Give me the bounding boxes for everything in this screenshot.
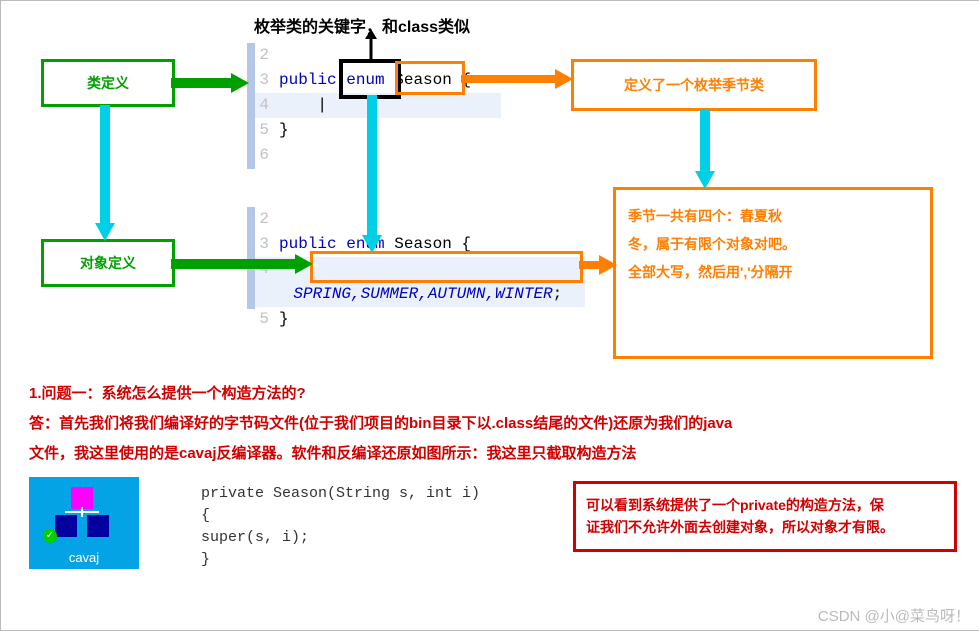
arrow-season-to-definesbox [461,67,573,91]
arrow-enum-down [358,95,386,253]
qa-question-1: 1.问题一：系统怎么提供一个构造方法的? [29,379,929,409]
arrow-title-to-enum [361,29,381,63]
arrow-values-to-desc [579,253,617,277]
label-defines-enum-class: 定义了一个枚举季节类 [571,59,817,111]
highlight-season-type [395,61,465,95]
label-class-definition: 类定义 [41,59,175,107]
qa-answer-1-line-1: 答：首先我们将我们编译好的字节码文件(位于我们项目的bin目录下以.class结… [29,409,929,439]
arrow-classdef-down [91,105,119,241]
highlight-enum-values [310,251,583,283]
cavaj-app-icon: ✓ cavaj [29,477,139,569]
note-private-constructor: 可以看到系统提供了一个private的构造方法，保 证我们不允许外面去创建对象，… [573,481,957,552]
label-object-definition: 对象定义 [41,239,175,287]
highlight-enum-keyword [339,59,401,99]
arrow-definesbox-down [691,109,719,189]
text-cursor: | [279,96,327,114]
check-badge-icon: ✓ [43,529,57,543]
label-description-box: 季节一共有四个：春夏秋 冬，属于有限个对象对吧。 全部大写，然后用','分隔开 [613,187,933,359]
cavaj-icon-label: cavaj [29,550,139,565]
arrow-objdef-to-values [171,252,313,276]
qa-answer-1-line-2: 文件，我这里使用的是cavaj反编译器。软件和反编译还原如图所示：我这里只截取构… [29,439,929,469]
watermark: CSDN @小@菜鸟呀！ [818,605,970,626]
diagram-page: 枚举类的关键字，和class类似 2 3public enum Season {… [0,0,979,631]
arrow-classdef-to-code [171,71,249,95]
decompiled-code-pane: private Season(String s, int i) { super(… [193,479,509,575]
